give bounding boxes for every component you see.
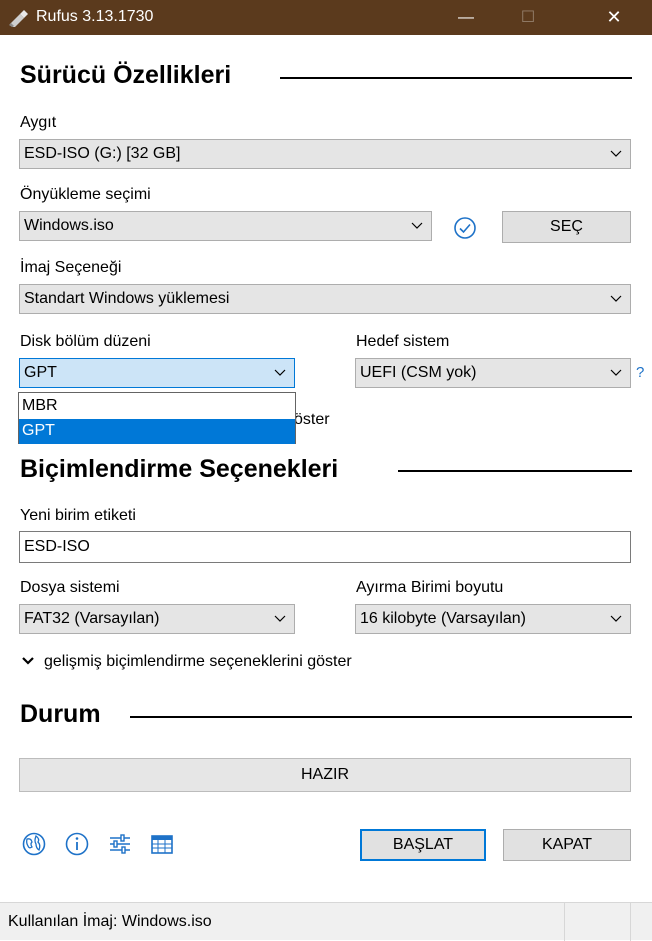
close-window-button[interactable]: ✕ (586, 0, 642, 35)
advanced-format-toggle[interactable]: gelişmiş biçimlendirme seçeneklerini gös… (44, 653, 352, 671)
settings-sliders-icon[interactable] (107, 831, 133, 857)
close-button[interactable]: KAPAT (503, 829, 631, 861)
status-bar-separator (564, 903, 565, 941)
section-divider (398, 470, 632, 472)
progress-bar: HAZIR (19, 758, 631, 792)
maximize-button[interactable]: ☐ (500, 0, 556, 35)
maximize-icon: ☐ (520, 9, 536, 26)
log-icon[interactable] (149, 831, 175, 857)
globe-icon[interactable] (21, 831, 47, 857)
boot-selection-value: Windows.iso (24, 217, 114, 234)
window-title: Rufus 3.13.1730 (36, 8, 154, 25)
chevron-down-icon (610, 369, 622, 376)
progress-text: HAZIR (301, 766, 349, 783)
usb-drive-icon (9, 10, 28, 27)
boot-selection-label: Önyükleme seçimi (20, 186, 151, 203)
partition-scheme-dropdown[interactable]: MBR GPT (18, 392, 296, 444)
drive-properties-heading: Sürücü Özellikleri (20, 61, 232, 89)
select-image-button[interactable]: SEÇ (502, 211, 631, 243)
status-bar-text: Kullanılan İmaj: Windows.iso (8, 913, 212, 930)
target-system-label: Hedef sistem (356, 333, 450, 350)
status-heading: Durum (20, 700, 101, 728)
start-button[interactable]: BAŞLAT (360, 829, 486, 861)
cluster-size-label: Ayırma Birimi boyutu (356, 579, 504, 596)
info-icon[interactable] (64, 831, 90, 857)
image-option-label: İmaj Seçeneği (20, 259, 122, 276)
format-options-heading: Biçimlendirme Seçenekleri (20, 455, 339, 483)
volume-label-label: Yeni birim etiketi (20, 507, 136, 524)
target-system-select[interactable]: UEFI (CSM yok) (355, 358, 631, 388)
file-system-label: Dosya sistemi (20, 579, 120, 596)
close-icon: ✕ (606, 7, 622, 27)
status-bar: Kullanılan İmaj: Windows.iso (0, 902, 652, 941)
device-value: ESD-ISO (G:) [32 GB] (24, 145, 181, 162)
file-system-value: FAT32 (Varsayılan) (24, 610, 160, 627)
chevron-down-icon (274, 369, 286, 376)
volume-label-value: ESD-ISO (24, 538, 90, 555)
minimize-icon: — (458, 9, 474, 26)
help-link[interactable]: ? (636, 364, 644, 381)
partition-scheme-value: GPT (24, 364, 57, 381)
check-circle-icon[interactable] (453, 216, 477, 240)
advanced-drive-toggle-text[interactable]: öster (294, 411, 330, 429)
file-system-select[interactable]: FAT32 (Varsayılan) (19, 604, 295, 634)
cluster-size-value: 16 kilobyte (Varsayılan) (360, 610, 526, 627)
image-option-value: Standart Windows yüklemesi (24, 290, 230, 307)
cluster-size-select[interactable]: 16 kilobyte (Varsayılan) (355, 604, 631, 634)
minimize-button[interactable]: — (438, 0, 494, 35)
volume-label-input[interactable]: ESD-ISO (19, 531, 631, 563)
device-label: Aygıt (20, 114, 57, 131)
chevron-down-icon[interactable] (22, 656, 34, 666)
status-bar-separator (630, 903, 631, 941)
target-system-value: UEFI (CSM yok) (360, 364, 477, 381)
chevron-down-icon (411, 222, 423, 229)
image-option-select[interactable]: Standart Windows yüklemesi (19, 284, 631, 314)
section-divider (130, 716, 632, 718)
dropdown-option-mbr[interactable]: MBR (19, 394, 295, 419)
boot-selection-select[interactable]: Windows.iso (19, 211, 432, 241)
chevron-down-icon (610, 615, 622, 622)
partition-scheme-select[interactable]: GPT (19, 358, 295, 388)
section-divider (280, 77, 632, 79)
chevron-down-icon (274, 615, 286, 622)
chevron-down-icon (610, 150, 622, 157)
dropdown-option-gpt[interactable]: GPT (19, 419, 295, 444)
device-select[interactable]: ESD-ISO (G:) [32 GB] (19, 139, 631, 169)
chevron-down-icon (610, 295, 622, 302)
partition-scheme-label: Disk bölüm düzeni (20, 333, 151, 350)
title-bar[interactable]: Rufus 3.13.1730 — ☐ ✕ (0, 0, 652, 35)
